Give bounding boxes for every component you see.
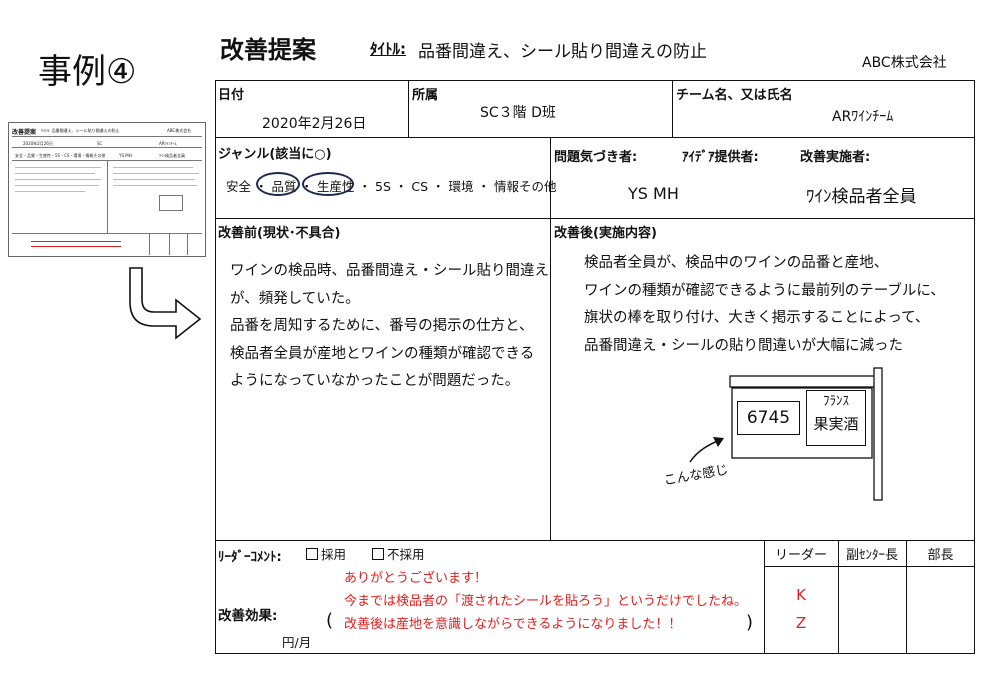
before-line: が、頻発していた。 [230, 290, 360, 307]
reject-option[interactable]: 不採用 [372, 544, 425, 563]
noticer-label: 問題気づき者: [554, 150, 638, 165]
dept-label: 所属 [412, 88, 439, 103]
thumb-genre: 安全・品質・生産性・5S・CS・環境・情報その他 [15, 153, 106, 158]
effect-label: 改善効果: [218, 608, 278, 624]
thumb-subtitle: ﾀｲﾄﾙ: 品番間違え、シール貼り間違えの防止 [41, 128, 120, 133]
idea-provider-label: ｱｲﾃﾞｱ提供者: [682, 150, 759, 165]
reject-label: 不採用 [387, 547, 425, 562]
dept-value: SC３階 D班 [480, 105, 556, 121]
approver-header-vice-center: 副ｾﾝﾀｰ長 [845, 548, 898, 563]
comment-line: 今までは検品者の「渡されたシールを貼ろう」というだけでしたね。 [344, 594, 748, 609]
after-line: 品番間違え・シールの貼り間違いが大幅に減った [584, 337, 903, 354]
noticer-idea-value: YS MH [628, 184, 679, 203]
team-value: ARﾜｲﾝﾁｰﾑ [832, 109, 894, 125]
company-name: ABC株式会社 [862, 55, 947, 71]
sign-number: 6745 [737, 401, 800, 435]
subtitle-value: 品番間違え、シール貼り間違えの防止 [418, 42, 707, 62]
thumb-title: 改善提案 [12, 129, 37, 136]
curved-arrow-icon [129, 267, 202, 340]
date-label: 日付 [218, 88, 245, 103]
genre-item: 5S [375, 179, 391, 194]
leader-stamp-k: K [796, 586, 806, 604]
after-line: 旗状の棒を取り付け、大きく掲示することによって、 [584, 310, 930, 326]
leader-stamp-z: Z [795, 614, 807, 632]
sign-line-2: 果実酒 [813, 415, 859, 433]
genre-item: 環境 [448, 179, 474, 194]
after-line: 検品者全員が、検品中のワインの品番と産地、 [584, 255, 889, 271]
case-label: 事例④ [38, 52, 137, 92]
form-thumbnail: 改善提案 ﾀｲﾄﾙ: 品番間違え、シール貼り間違えの防止 ABC株式会社 202… [8, 122, 206, 257]
genre-item: 安全 [226, 179, 252, 194]
subtitle-label: ﾀｲﾄﾙ: [370, 40, 406, 58]
before-line: 品番を周知するために、番号の掲示の仕方と、 [230, 318, 534, 334]
before-line: 検品者全員が産地とワインの種類が確認できる [230, 345, 535, 362]
genre-item: CS [411, 179, 429, 194]
before-line: ようになっていなかったことが問題だった。 [230, 373, 520, 389]
thumb-people: YS MH [119, 153, 132, 158]
adopt-checkbox[interactable] [306, 548, 318, 560]
before-text: ワインの検品時、品番間違え・シール貼り間違え が、頻発していた。 品番を周知する… [230, 258, 549, 396]
selection-circle [256, 172, 300, 196]
thumb-dept: SC [97, 141, 103, 146]
after-label: 改善後(実施内容) [554, 226, 657, 241]
implementer-label: 改善実施者: [800, 150, 871, 165]
thumb-company: ABC株式会社 [167, 128, 192, 133]
thumb-implementer: ﾜｲﾝ検品者全員 [159, 153, 185, 158]
comment-line: ありがとうございます！ [344, 571, 488, 586]
paren-close: ) [746, 612, 754, 633]
sign-line-1: ﾌﾗﾝｽ [823, 394, 849, 409]
before-label: 改善前(現状･不具合) [218, 226, 341, 241]
implementer-value: ﾜｲﾝ検品者全員 [806, 187, 917, 207]
reject-checkbox[interactable] [372, 548, 384, 560]
approver-header-dept-head: 部長 [927, 548, 954, 563]
leader-comment-label: ﾘｰﾀﾞｰｺﾒﾝﾄ: [218, 550, 282, 565]
sign-label-box: ﾌﾗﾝｽ 果実酒 [806, 390, 866, 446]
adopt-option[interactable]: 採用 [306, 544, 346, 563]
date-value: 2020年2月26日 [262, 116, 367, 132]
comment-line: 改善後は産地を意識しながらできるようになりました！！ [344, 617, 682, 632]
selection-circle [302, 172, 354, 196]
after-line: ワインの種類が確認できるように最前列のテーブルに、 [584, 282, 945, 299]
genre-label: ジャンル(該当に○) [218, 147, 332, 162]
adopt-label: 採用 [321, 547, 347, 562]
document-title: 改善提案 [220, 36, 316, 64]
before-line: ワインの検品時、品番間違え・シール貼り間違え [230, 263, 549, 279]
after-text: 検品者全員が、検品中のワインの品番と産地、 ワインの種類が確認できるように最前列… [584, 250, 945, 360]
paren-open: ( [326, 610, 334, 631]
team-label: チーム名、又は氏名 [676, 88, 793, 103]
per-month-label: 円/月 [282, 635, 312, 650]
genre-item: 情報その他 [494, 179, 557, 194]
approver-header-leader: リーダー [774, 548, 827, 563]
